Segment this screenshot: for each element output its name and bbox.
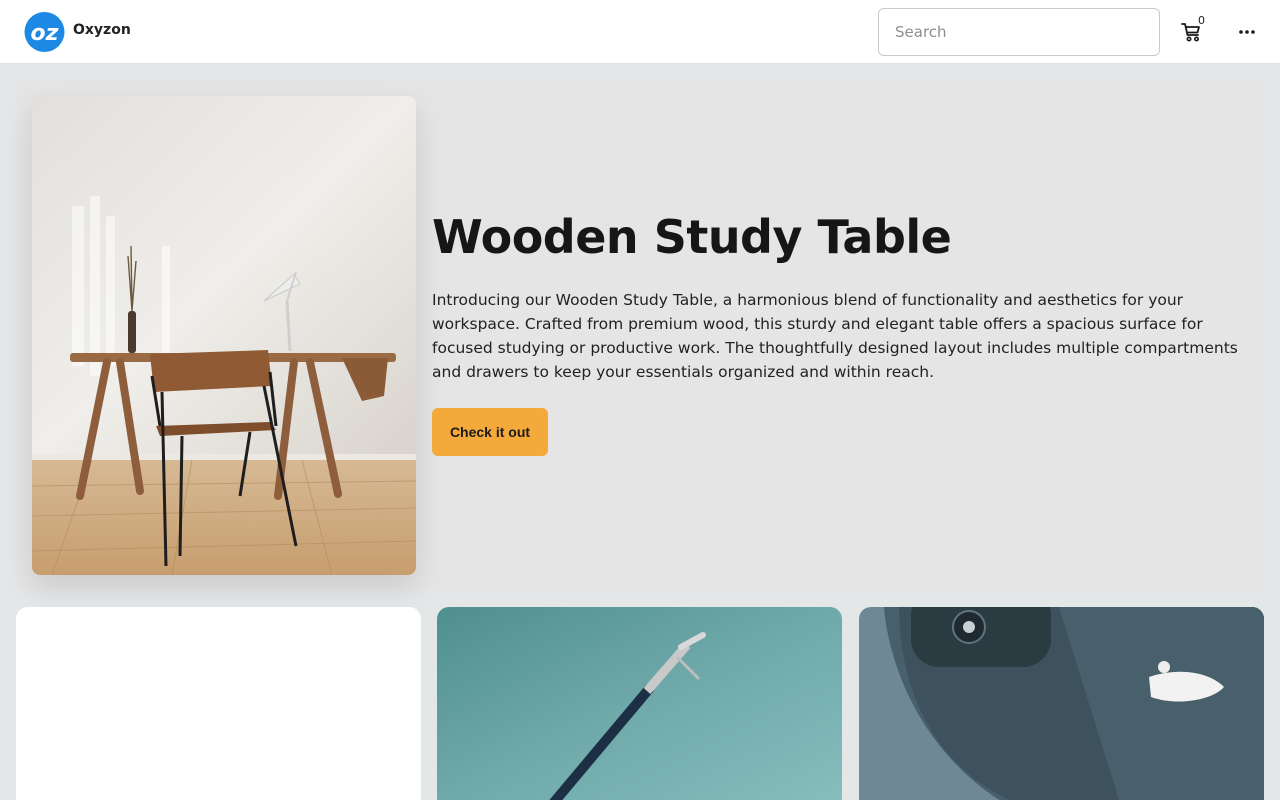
featured-product-hero: Wooden Study Table Introducing our Woode…	[16, 80, 1264, 590]
logo-text: oz	[31, 21, 59, 46]
hero-title: Wooden Study Table	[432, 210, 952, 264]
check-it-out-button[interactable]: Check it out	[432, 408, 548, 456]
phone-product-image	[859, 607, 1264, 800]
oxyzon-logo[interactable]: oz	[24, 12, 65, 52]
pen-product-image	[437, 607, 842, 800]
cart-count-badge: 0	[1198, 14, 1205, 27]
product-card-phone[interactable]	[859, 607, 1264, 800]
product-card-pen[interactable]	[437, 607, 842, 800]
top-navigation-bar: oz Oxyzon 0	[0, 0, 1280, 64]
more-horizontal-icon[interactable]	[1236, 24, 1258, 40]
hero-product-image	[32, 96, 416, 575]
brand-name[interactable]: Oxyzon	[73, 22, 131, 38]
search-input[interactable]	[878, 8, 1160, 56]
hero-description: Introducing our Wooden Study Table, a ha…	[432, 291, 1238, 381]
product-card-1[interactable]	[16, 607, 421, 800]
